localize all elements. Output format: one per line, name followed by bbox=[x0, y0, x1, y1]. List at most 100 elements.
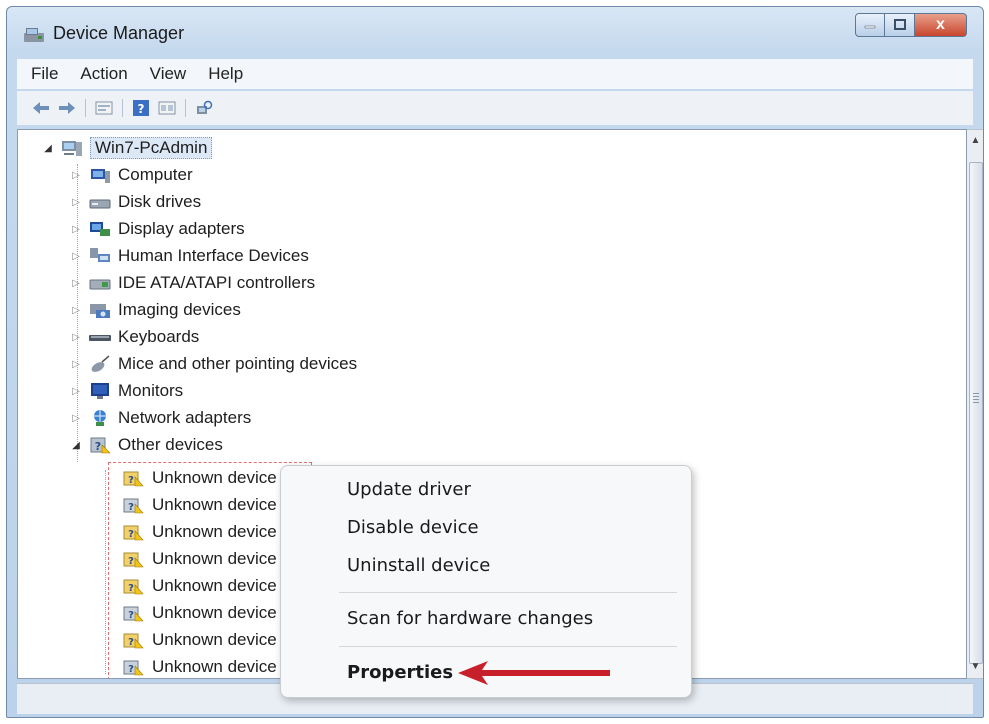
tree-item-keyboards[interactable]: ▷ Keyboards bbox=[70, 325, 199, 349]
tree-item-imaging-devices[interactable]: ▷ Imaging devices bbox=[70, 298, 241, 322]
tree-item-other-devices[interactable]: ◢ ? Other devices bbox=[70, 433, 223, 457]
tree-item-label: Unknown device bbox=[152, 468, 277, 487]
title-bar[interactable]: Device Manager x bbox=[7, 7, 983, 53]
collapsed-arrow-icon[interactable]: ▷ bbox=[70, 305, 82, 316]
help-button[interactable]: ? bbox=[131, 99, 151, 117]
tree-item-network-adapters[interactable]: ▷ Network adapters bbox=[70, 406, 251, 430]
menu-item-update-driver[interactable]: Update driver bbox=[347, 479, 471, 500]
tree-guide-line bbox=[105, 470, 106, 674]
tree-item-unknown-device[interactable]: ? Unknown device bbox=[122, 493, 277, 517]
tree-item-label: Unknown device bbox=[152, 495, 277, 514]
tree-item-unknown-device[interactable]: ? Unknown device bbox=[122, 466, 277, 490]
menu-bar: File Action View Help bbox=[17, 59, 973, 89]
mouse-icon bbox=[91, 355, 110, 372]
menu-help[interactable]: Help bbox=[196, 64, 253, 84]
unknown-device-icon: ? bbox=[123, 606, 144, 622]
menu-file[interactable]: File bbox=[17, 64, 68, 84]
tree-item-monitors[interactable]: ▷ Monitors bbox=[70, 379, 183, 403]
menu-action[interactable]: Action bbox=[68, 64, 137, 84]
tree-item-computer[interactable]: ▷ Computer bbox=[70, 163, 193, 187]
menu-item-scan-hardware[interactable]: Scan for hardware changes bbox=[347, 608, 593, 629]
menu-separator bbox=[339, 646, 677, 647]
minimize-button[interactable] bbox=[855, 13, 885, 37]
scrollbar-thumb[interactable] bbox=[969, 162, 983, 664]
svg-text:?: ? bbox=[128, 610, 134, 621]
view-button[interactable] bbox=[157, 99, 177, 117]
expand-arrow-icon[interactable]: ◢ bbox=[70, 440, 82, 451]
caption-buttons: x bbox=[855, 13, 967, 37]
expand-arrow-icon[interactable]: ◢ bbox=[42, 143, 54, 154]
collapsed-arrow-icon[interactable]: ▷ bbox=[70, 251, 82, 262]
collapsed-arrow-icon[interactable]: ▷ bbox=[70, 386, 82, 397]
menu-separator bbox=[339, 592, 677, 593]
tree-item-unknown-device[interactable]: ? Unknown device bbox=[122, 601, 277, 625]
tree-item-label: Unknown device bbox=[152, 657, 277, 676]
close-icon: x bbox=[936, 16, 945, 33]
imaging-device-icon bbox=[90, 304, 110, 318]
svg-text:?: ? bbox=[128, 637, 134, 648]
properties-button[interactable] bbox=[94, 99, 114, 117]
scroll-up-icon[interactable]: ▲ bbox=[967, 132, 983, 150]
scan-hardware-icon bbox=[197, 100, 213, 114]
back-button[interactable] bbox=[31, 99, 51, 117]
forward-button[interactable] bbox=[57, 99, 77, 117]
tree-item-unknown-device[interactable]: ? Unknown device bbox=[122, 547, 277, 571]
menu-view[interactable]: View bbox=[138, 64, 197, 84]
tree-item-unknown-device[interactable]: ? Unknown device bbox=[122, 520, 277, 544]
computer-root-icon bbox=[62, 141, 82, 156]
maximize-button[interactable] bbox=[885, 13, 915, 37]
scan-hardware-button[interactable] bbox=[194, 99, 214, 117]
menu-item-uninstall-device[interactable]: Uninstall device bbox=[347, 555, 490, 576]
svg-text:?: ? bbox=[128, 529, 134, 540]
vertical-scrollbar[interactable]: ▲ ▼ bbox=[967, 129, 983, 679]
collapsed-arrow-icon[interactable]: ▷ bbox=[70, 359, 82, 370]
tree-item-display-adapters[interactable]: ▷ Display adapters bbox=[70, 217, 245, 241]
unknown-device-warning-icon: ? bbox=[123, 552, 144, 568]
svg-text:?: ? bbox=[128, 664, 134, 675]
toolbar-separator bbox=[185, 99, 186, 117]
tree-item-label: Unknown device bbox=[152, 549, 277, 568]
display-adapter-icon bbox=[90, 222, 110, 236]
tree-item-human-interface-devices[interactable]: ▷ Human Interface Devices bbox=[70, 244, 309, 268]
tree-item-label: IDE ATA/ATAPI controllers bbox=[118, 273, 316, 292]
tree-item-label: Unknown device bbox=[152, 522, 277, 541]
toolbar-separator bbox=[122, 99, 123, 117]
svg-text:?: ? bbox=[128, 556, 134, 567]
collapsed-arrow-icon[interactable]: ▷ bbox=[70, 413, 82, 424]
view-icon bbox=[158, 101, 176, 115]
tree-item-label: Imaging devices bbox=[118, 300, 241, 319]
tree-root[interactable]: ◢ Win7-PcAdmin bbox=[42, 136, 213, 160]
tree-item-disk-drives[interactable]: ▷ Disk drives bbox=[70, 190, 201, 214]
tree-item-ide-controllers[interactable]: ▷ IDE ATA/ATAPI controllers bbox=[70, 271, 315, 295]
svg-text:?: ? bbox=[128, 583, 134, 594]
tree-item-unknown-device[interactable]: ? Unknown device bbox=[122, 574, 277, 598]
menu-item-properties[interactable]: Properties bbox=[347, 662, 453, 683]
collapsed-arrow-icon[interactable]: ▷ bbox=[70, 332, 82, 343]
tree-item-label: Network adapters bbox=[118, 408, 252, 427]
collapsed-arrow-icon[interactable]: ▷ bbox=[70, 278, 82, 289]
tree-item-label: Monitors bbox=[118, 381, 184, 400]
tree-item-unknown-device[interactable]: ? Unknown device bbox=[122, 628, 277, 652]
disk-drive-icon bbox=[89, 199, 111, 209]
tree-item-label: Display adapters bbox=[118, 219, 245, 238]
toolbar: ? bbox=[17, 91, 973, 125]
menu-item-disable-device[interactable]: Disable device bbox=[347, 517, 479, 538]
tree-item-label: Unknown device bbox=[152, 576, 277, 595]
tree-item-label: Unknown device bbox=[152, 603, 277, 622]
svg-text:?: ? bbox=[138, 102, 145, 116]
scroll-down-icon[interactable]: ▼ bbox=[967, 658, 983, 676]
device-manager-icon bbox=[24, 28, 44, 42]
tree-item-label: Mice and other pointing devices bbox=[118, 354, 358, 373]
svg-text:?: ? bbox=[128, 502, 134, 513]
tree-item-mice[interactable]: ▷ Mice and other pointing devices bbox=[70, 352, 357, 376]
collapsed-arrow-icon[interactable]: ▷ bbox=[70, 170, 82, 181]
collapsed-arrow-icon[interactable]: ▷ bbox=[70, 224, 82, 235]
scrollbar-grip-icon bbox=[973, 393, 979, 405]
tree-item-unknown-device[interactable]: ? Unknown device bbox=[122, 655, 277, 678]
collapsed-arrow-icon[interactable]: ▷ bbox=[70, 197, 82, 208]
unknown-device-icon: ? bbox=[123, 498, 144, 514]
computer-icon bbox=[91, 169, 110, 183]
close-button[interactable]: x bbox=[915, 13, 967, 37]
unknown-device-warning-icon: ? bbox=[123, 525, 144, 541]
tree-item-label: Other devices bbox=[118, 435, 223, 454]
